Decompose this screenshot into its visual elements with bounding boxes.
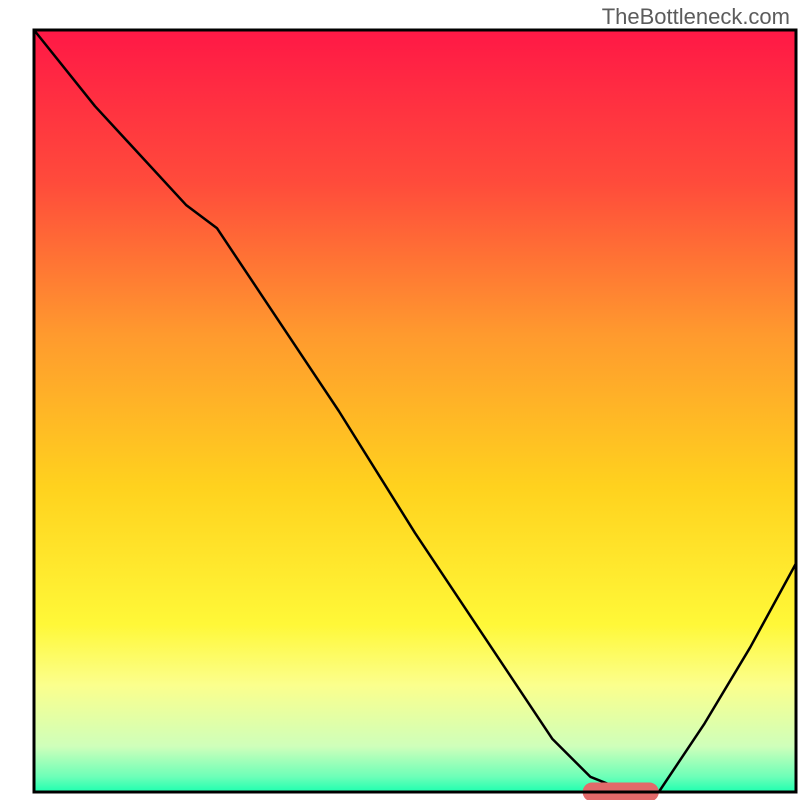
plot-background	[34, 30, 796, 792]
chart-container: TheBottleneck.com	[0, 0, 800, 800]
bottleneck-chart	[0, 0, 800, 800]
